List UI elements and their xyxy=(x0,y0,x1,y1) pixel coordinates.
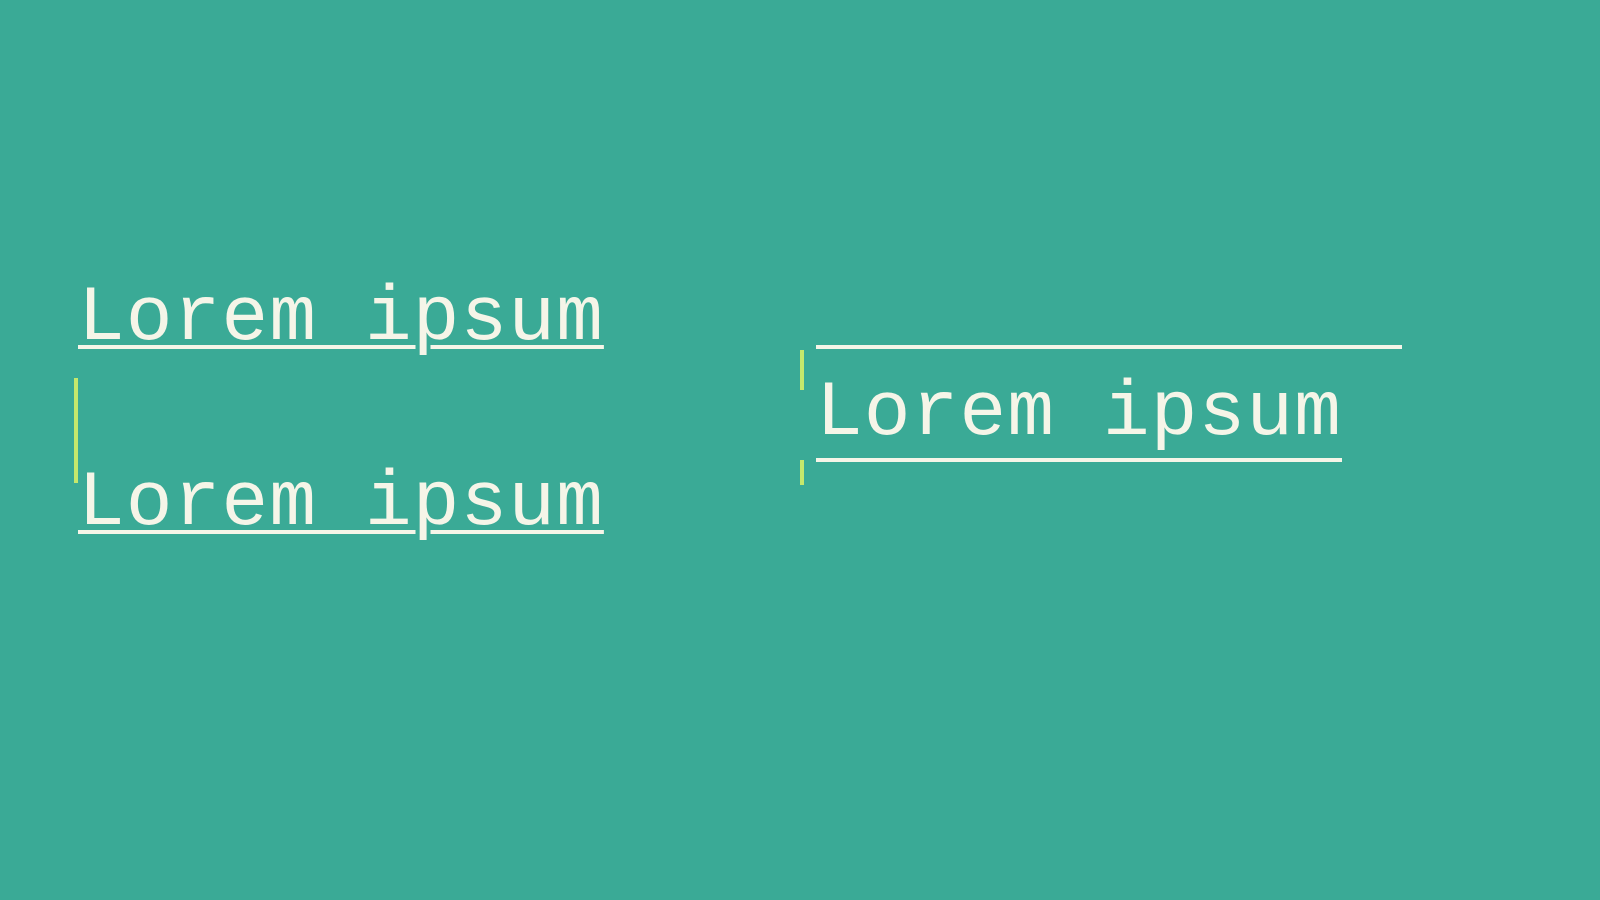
vertical-tick-top-right xyxy=(800,350,804,390)
text-block-bottom-left: Lorem ipsum xyxy=(78,460,604,548)
top-line-right xyxy=(816,345,1402,349)
text-block-right: Lorem ipsum xyxy=(816,370,1342,462)
text-block-top-left: Lorem ipsum xyxy=(78,275,604,363)
vertical-tick-bottom-right xyxy=(800,460,804,485)
